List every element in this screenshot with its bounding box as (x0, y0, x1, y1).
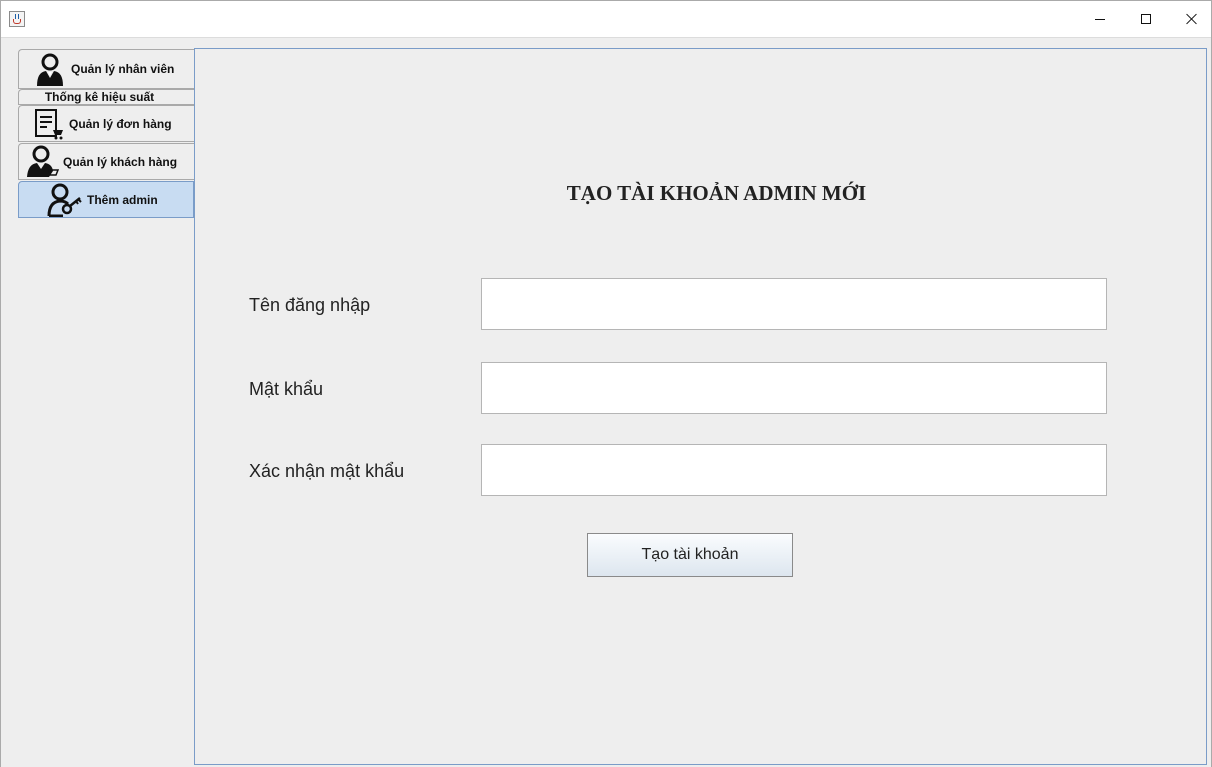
tab-label: Quản lý đơn hàng (69, 116, 172, 131)
password-input[interactable] (481, 362, 1107, 414)
tab-customer-management[interactable]: Quản lý khách hàng (18, 143, 194, 180)
maximize-icon (1141, 14, 1151, 24)
confirm-password-label: Xác nhận mật khẩu (249, 461, 405, 481)
close-button[interactable] (1169, 1, 1212, 37)
form-title: TẠO TÀI KHOẢN ADMIN MỚI (566, 181, 867, 205)
create-account-button[interactable]: Tạo tài khoản (587, 533, 793, 577)
confirm-password-input[interactable] (481, 444, 1107, 496)
tab-add-admin[interactable]: Thêm admin (18, 181, 194, 218)
username-label: Tên đăng nhập (249, 295, 371, 315)
tab-performance-stats[interactable]: Thống kê hiệu suất (18, 89, 194, 105)
maximize-button[interactable] (1123, 1, 1169, 37)
minimize-button[interactable] (1077, 1, 1123, 37)
close-icon (1186, 13, 1198, 25)
tab-label: Quản lý khách hàng (63, 154, 178, 169)
create-account-label: Tạo tài khoản (641, 546, 739, 563)
title-bar[interactable] (1, 1, 1211, 37)
tab-label: Thêm admin (87, 192, 158, 207)
add-admin-panel: TẠO TÀI KHOẢN ADMIN MỚI Tên đăng nhập Mậ… (194, 48, 1207, 765)
order-list-icon (33, 108, 65, 140)
client-area: Quản lý nhân viên Thống kê hiệu suất Quả… (1, 37, 1211, 767)
java-cup-icon[interactable] (9, 11, 25, 27)
tab-order-management[interactable]: Quản lý đơn hàng (18, 105, 194, 142)
password-label: Mật khẩu (249, 379, 324, 399)
employee-icon (33, 52, 67, 86)
tab-label: Quản lý nhân viên (71, 62, 175, 76)
minimize-icon (1095, 18, 1105, 20)
tab-label: Thống kê hiệu suất (44, 90, 155, 104)
admin-key-icon (47, 183, 83, 217)
app-window: Quản lý nhân viên Thống kê hiệu suất Quả… (0, 0, 1212, 767)
tab-employee-management[interactable]: Quản lý nhân viên (18, 49, 194, 89)
customer-icon (25, 145, 60, 179)
username-input[interactable] (481, 278, 1107, 330)
